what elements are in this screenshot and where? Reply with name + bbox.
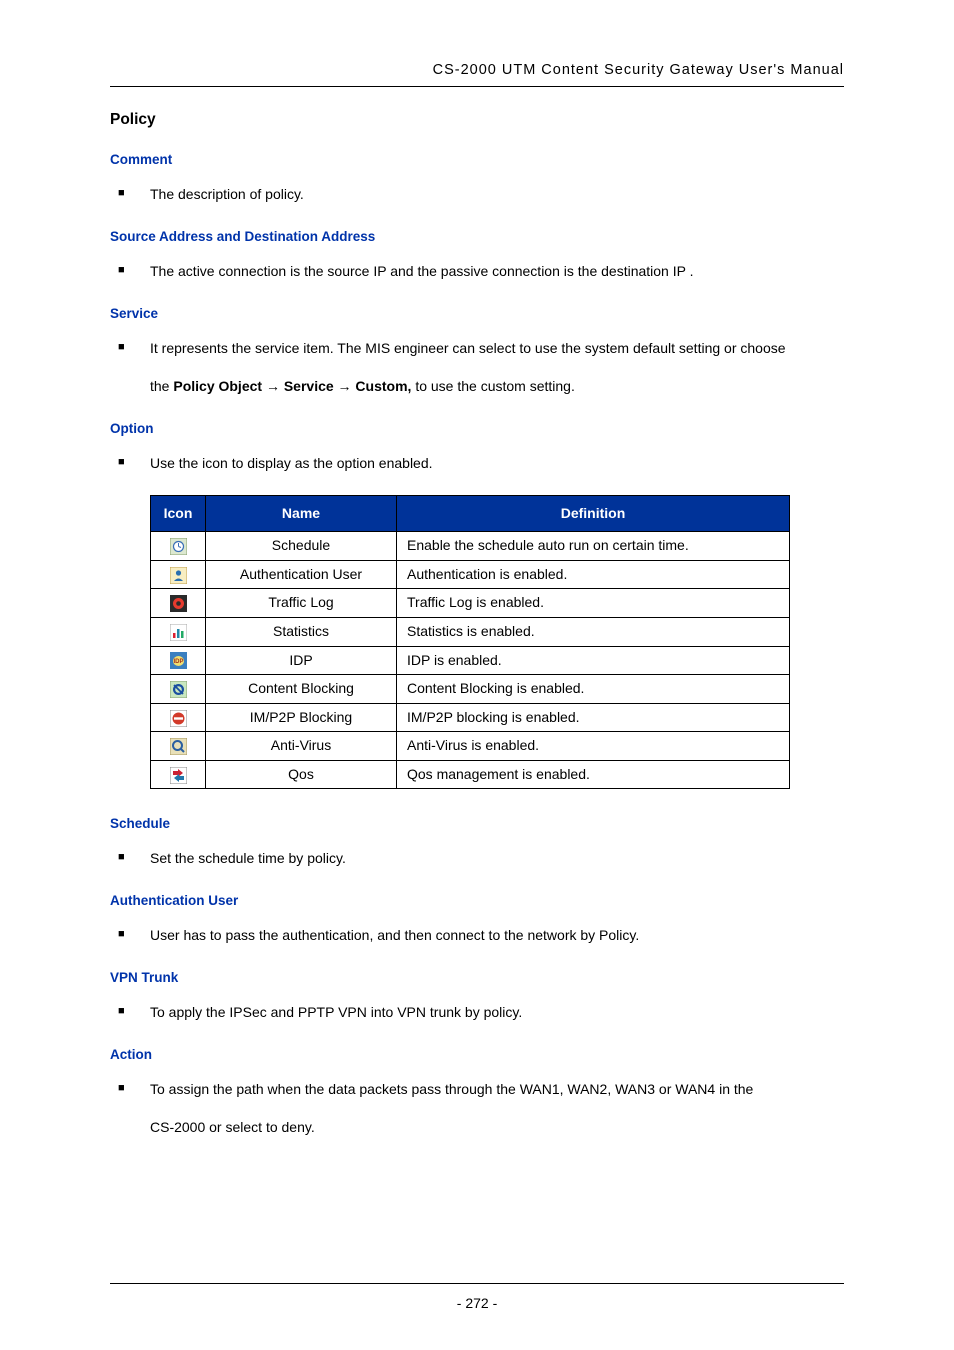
cell-definition: Traffic Log is enabled. bbox=[397, 589, 790, 618]
list-item: The active connection is the source IP a… bbox=[110, 257, 844, 285]
heading-action: Action bbox=[110, 1046, 844, 1065]
heading-auth-user: Authentication User bbox=[110, 892, 844, 911]
cell-definition: Statistics is enabled. bbox=[397, 617, 790, 646]
heading-option: Option bbox=[110, 420, 844, 439]
table-row: IM/P2P Blocking IM/P2P blocking is enabl… bbox=[151, 703, 790, 732]
list-action: To assign the path when the data packets… bbox=[110, 1075, 844, 1103]
cell-definition: Content Blocking is enabled. bbox=[397, 675, 790, 704]
cell-name: Anti-Virus bbox=[206, 732, 397, 761]
list-service: It represents the service item. The MIS … bbox=[110, 334, 844, 362]
table-row: Schedule Enable the schedule auto run on… bbox=[151, 532, 790, 561]
statistics-icon bbox=[169, 624, 187, 641]
option-icon-table: Icon Name Definition Schedule Enable the… bbox=[150, 495, 790, 790]
heading-vpn-trunk: VPN Trunk bbox=[110, 969, 844, 988]
table-row: Statistics Statistics is enabled. bbox=[151, 617, 790, 646]
text: to use the custom setting. bbox=[411, 378, 574, 394]
text: It represents the service item. The MIS … bbox=[150, 340, 786, 356]
imp2p-block-icon bbox=[169, 710, 187, 727]
list-item: It represents the service item. The MIS … bbox=[110, 334, 844, 362]
list-source-dest: The active connection is the source IP a… bbox=[110, 257, 844, 285]
list-item: Set the schedule time by policy. bbox=[110, 844, 844, 872]
cell-definition: Qos management is enabled. bbox=[397, 760, 790, 789]
cell-name: Content Blocking bbox=[206, 675, 397, 704]
list-item: User has to pass the authentication, and… bbox=[110, 921, 844, 949]
heading-comment: Comment bbox=[110, 151, 844, 170]
text-bold: Policy Object → Service → Custom, bbox=[173, 378, 411, 394]
action-cont: CS-2000 or select to deny. bbox=[110, 1113, 844, 1141]
cell-name: Schedule bbox=[206, 532, 397, 561]
heading-source-dest: Source Address and Destination Address bbox=[110, 228, 844, 247]
cell-name: Authentication User bbox=[206, 560, 397, 589]
cell-name: Traffic Log bbox=[206, 589, 397, 618]
table-body: Schedule Enable the schedule auto run on… bbox=[151, 532, 790, 789]
traffic-log-icon bbox=[169, 595, 187, 612]
list-item: To apply the IPSec and PPTP VPN into VPN… bbox=[110, 998, 844, 1026]
table-header-row: Icon Name Definition bbox=[151, 495, 790, 532]
table-row: Anti-Virus Anti-Virus is enabled. bbox=[151, 732, 790, 761]
content-block-icon bbox=[169, 681, 187, 698]
qos-icon bbox=[169, 767, 187, 784]
cell-name: Qos bbox=[206, 760, 397, 789]
idp-icon: IDP bbox=[169, 652, 187, 669]
page-footer: - 272 - bbox=[110, 1283, 844, 1314]
service-cont: the Policy Object → Service → Custom, to… bbox=[110, 372, 844, 400]
heading-service: Service bbox=[110, 305, 844, 324]
cell-definition: Authentication is enabled. bbox=[397, 560, 790, 589]
cell-name: IM/P2P Blocking bbox=[206, 703, 397, 732]
th-definition: Definition bbox=[397, 495, 790, 532]
cell-definition: IM/P2P blocking is enabled. bbox=[397, 703, 790, 732]
cell-definition: Anti-Virus is enabled. bbox=[397, 732, 790, 761]
running-head: CS-2000 UTM Content Security Gateway Use… bbox=[110, 60, 844, 87]
list-vpn-trunk: To apply the IPSec and PPTP VPN into VPN… bbox=[110, 998, 844, 1026]
list-auth-user: User has to pass the authentication, and… bbox=[110, 921, 844, 949]
list-schedule: Set the schedule time by policy. bbox=[110, 844, 844, 872]
text: To assign the path when the data packets… bbox=[150, 1081, 753, 1097]
table-row: Traffic Log Traffic Log is enabled. bbox=[151, 589, 790, 618]
table-row: IDP IDP IDP is enabled. bbox=[151, 646, 790, 675]
list-item: The description of policy. bbox=[110, 180, 844, 208]
th-icon: Icon bbox=[151, 495, 206, 532]
table-row: Qos Qos management is enabled. bbox=[151, 760, 790, 789]
cell-definition: IDP is enabled. bbox=[397, 646, 790, 675]
auth-user-icon bbox=[169, 567, 187, 584]
list-comment: The description of policy. bbox=[110, 180, 844, 208]
table-row: Authentication User Authentication is en… bbox=[151, 560, 790, 589]
list-item: To assign the path when the data packets… bbox=[110, 1075, 844, 1103]
cell-name: Statistics bbox=[206, 617, 397, 646]
schedule-icon bbox=[169, 538, 187, 555]
list-item: Use the icon to display as the option en… bbox=[110, 449, 844, 477]
heading-schedule: Schedule bbox=[110, 815, 844, 834]
svg-text:IDP: IDP bbox=[173, 659, 183, 665]
antivirus-icon bbox=[169, 738, 187, 755]
table-row: Content Blocking Content Blocking is ena… bbox=[151, 675, 790, 704]
th-name: Name bbox=[206, 495, 397, 532]
cell-definition: Enable the schedule auto run on certain … bbox=[397, 532, 790, 561]
text: the bbox=[150, 378, 173, 394]
list-option: Use the icon to display as the option en… bbox=[110, 449, 844, 477]
cell-name: IDP bbox=[206, 646, 397, 675]
page-number: - 272 - bbox=[457, 1295, 497, 1311]
page-title: Policy bbox=[110, 109, 844, 131]
